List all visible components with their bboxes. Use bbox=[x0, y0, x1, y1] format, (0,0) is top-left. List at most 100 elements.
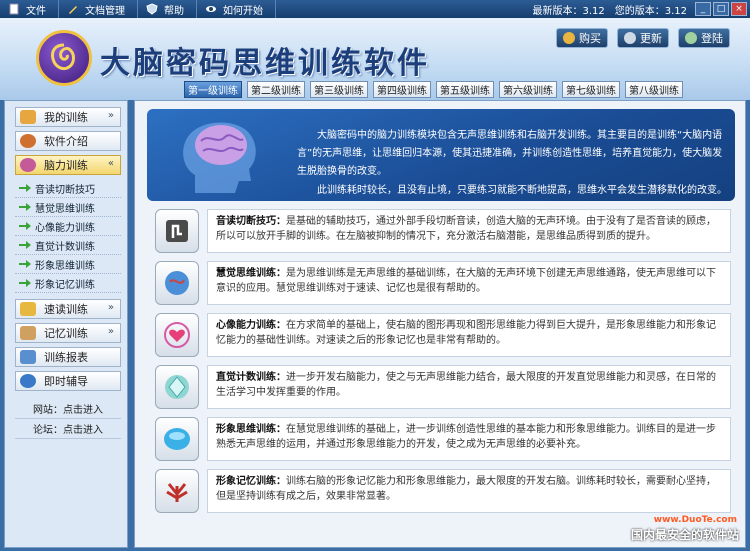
list-item-text: 形象记忆训练：训练右脑的形象记忆能力和形象思维能力，最大限度的开发右脑。训练耗时… bbox=[207, 469, 731, 513]
arrow-right-icon bbox=[19, 184, 31, 192]
watermark-site: www.DuoTe.com bbox=[653, 515, 737, 525]
tab-level-4[interactable]: 第四级训练 bbox=[373, 81, 431, 98]
list-item-text: 形象思维训练：在慧觉思维训练的基础上，进一步训练创造性思维的基本能力和形象思维能… bbox=[207, 417, 731, 461]
tab-level-6[interactable]: 第六级训练 bbox=[499, 81, 557, 98]
list-item-title: 形象记忆训练： bbox=[216, 476, 286, 487]
buy-button[interactable]: 购买 bbox=[556, 28, 608, 48]
chevron-down-icon: » bbox=[107, 326, 114, 337]
list-item-text: 音读切断技巧：是基础的辅助技巧，通过外部手段切断音读，创造大脑的无声环境。由于没… bbox=[207, 209, 731, 253]
tab-level-5[interactable]: 第五级训练 bbox=[436, 81, 494, 98]
buy-label: 购买 bbox=[579, 32, 601, 45]
login-label: 登陆 bbox=[701, 32, 723, 45]
arrow-right-icon bbox=[19, 279, 31, 287]
chevron-down-icon: » bbox=[107, 110, 114, 121]
list-item-title: 音读切断技巧： bbox=[216, 216, 286, 227]
watermark-brand: 国内最安全的软件站 bbox=[630, 528, 739, 542]
menubar: 文件 文档管理 帮助 如何开始 最新版本：3.12 您的版本：3.12 _ □ … bbox=[0, 0, 750, 18]
sidebar-subitem-label: 形象思维训练 bbox=[35, 260, 95, 272]
info-icon bbox=[20, 134, 36, 148]
list-item-title: 慧觉思维训练： bbox=[216, 268, 286, 279]
sidebar-item-intro[interactable]: 软件介绍 bbox=[15, 131, 121, 151]
sidebar-item-label: 软件介绍 bbox=[44, 135, 88, 148]
sidebar-subitem[interactable]: 慧觉思维训练 bbox=[15, 198, 121, 217]
arrow-right-icon bbox=[19, 203, 31, 211]
sidebar-item-label: 速读训练 bbox=[44, 303, 88, 316]
tab-level-1[interactable]: 第一级训练 bbox=[184, 81, 242, 98]
list-item[interactable]: 音读切断技巧：是基础的辅助技巧，通过外部手段切断音读，创造大脑的无声环境。由于没… bbox=[149, 209, 733, 256]
your-version: 您的版本：3.12 bbox=[614, 5, 687, 17]
menu-file[interactable]: 文件 bbox=[0, 0, 59, 18]
sidebar-item-coach[interactable]: 即时辅导 bbox=[15, 371, 121, 391]
menu-help[interactable]: 帮助 bbox=[138, 0, 197, 18]
sidebar: 我的训练 » 软件介绍 脑力训练 « 音读切断技巧 慧觉思维训练 心像能力训练 … bbox=[4, 100, 128, 548]
website-link[interactable]: 网站：点击进入 bbox=[15, 399, 121, 419]
list-item[interactable]: 形象记忆训练：训练右脑的形象记忆能力和形象思维能力，最大限度的开发右脑。训练耗时… bbox=[149, 469, 733, 516]
orb-icon bbox=[155, 417, 199, 461]
sidebar-subitem[interactable]: 心像能力训练 bbox=[15, 217, 121, 236]
sidebar-subitem[interactable]: 音读切断技巧 bbox=[15, 179, 121, 198]
sidebar-item-label: 脑力训练 bbox=[44, 159, 88, 172]
sidebar-subitem-label: 形象记忆训练 bbox=[35, 279, 95, 291]
app-logo bbox=[36, 30, 92, 86]
update-label: 更新 bbox=[640, 32, 662, 45]
sidebar-subitem[interactable]: 形象记忆训练 bbox=[15, 274, 121, 293]
sidebar-item-speed-reading[interactable]: 速读训练 » bbox=[15, 299, 121, 319]
list-item-title: 直觉计数训练： bbox=[216, 372, 286, 383]
list-item-title: 心像能力训练： bbox=[216, 320, 286, 331]
list-item-text: 慧觉思维训练：是为思维训练是无声思维的基础训练，在大脑的无声环境下创建无声思维通… bbox=[207, 261, 731, 305]
header: 大脑密码思维训练软件 购买 更新 登陆 第一级训练 第二级训练 第三级训练 第四… bbox=[0, 18, 750, 100]
minimize-button[interactable]: _ bbox=[695, 2, 711, 16]
sidebar-item-report[interactable]: 训练报表 bbox=[15, 347, 121, 367]
list-item-desc: 在慧觉思维训练的基础上，进一步训练创造性思维的基本能力和形象思维能力。训练目的是… bbox=[216, 424, 716, 450]
chevron-up-icon: « bbox=[107, 158, 114, 169]
sidebar-subitem-label: 慧觉思维训练 bbox=[35, 203, 95, 215]
sidebar-item-memory[interactable]: 记忆训练 » bbox=[15, 323, 121, 343]
notebook-icon bbox=[20, 326, 36, 340]
tab-level-7[interactable]: 第七级训练 bbox=[562, 81, 620, 98]
arrow-right-icon bbox=[19, 260, 31, 268]
level-tabs: 第一级训练 第二级训练 第三级训练 第四级训练 第五级训练 第六级训练 第七级训… bbox=[184, 81, 683, 98]
open-book-icon bbox=[20, 302, 36, 316]
pencil-icon bbox=[69, 6, 77, 14]
cart-icon bbox=[563, 32, 575, 44]
help-icon bbox=[20, 374, 36, 388]
close-button[interactable]: × bbox=[731, 2, 747, 16]
latest-version: 最新版本：3.12 bbox=[532, 5, 605, 17]
list-item-desc: 训练右脑的形象记忆能力和形象思维能力，最大限度的开发右脑。训练耗时较长，需要耐心… bbox=[216, 476, 716, 502]
sidebar-item-label: 我的训练 bbox=[44, 111, 88, 124]
list-item[interactable]: 心像能力训练：在方求简单的基础上，使右脑的图形再现和图形思维能力得到巨大提升，是… bbox=[149, 313, 733, 360]
list-item[interactable]: 形象思维训练：在慧觉思维训练的基础上，进一步训练创造性思维的基本能力和形象思维能… bbox=[149, 417, 733, 464]
leaf-icon bbox=[155, 469, 199, 513]
tab-level-8[interactable]: 第八级训练 bbox=[625, 81, 683, 98]
update-button[interactable]: 更新 bbox=[617, 28, 669, 48]
list-item-text: 直觉计数训练：进一步开发右脑能力，使之与无声思维能力结合，最大限度的开发直觉思维… bbox=[207, 365, 731, 409]
sidebar-item-brain-training[interactable]: 脑力训练 « bbox=[15, 155, 121, 175]
brain-logo-icon bbox=[51, 43, 75, 71]
tab-level-2[interactable]: 第二级训练 bbox=[247, 81, 305, 98]
chevron-down-icon: » bbox=[107, 302, 114, 313]
list-item-desc: 在方求简单的基础上，使右脑的图形再现和图形思维能力得到巨大提升，是形象思维能力和… bbox=[216, 320, 716, 346]
sidebar-subitem-label: 音读切断技巧 bbox=[35, 184, 95, 196]
menu-start[interactable]: 如何开始 bbox=[197, 0, 276, 18]
brain-head-icon bbox=[183, 122, 256, 193]
user-icon bbox=[685, 32, 697, 44]
heart-icon bbox=[155, 313, 199, 357]
list-item[interactable]: 直觉计数训练：进一步开发右脑能力，使之与无声思维能力结合，最大限度的开发直觉思维… bbox=[149, 365, 733, 412]
menu-docs[interactable]: 文档管理 bbox=[59, 0, 138, 18]
file-icon bbox=[9, 3, 19, 15]
maximize-button[interactable]: □ bbox=[713, 2, 729, 16]
sidebar-subitem[interactable]: 直觉计数训练 bbox=[15, 236, 121, 255]
tab-level-3[interactable]: 第三级训练 bbox=[310, 81, 368, 98]
shield-icon bbox=[146, 3, 158, 15]
intro-panel: 大脑密码中的脑力训练模块包含无声思维训练和右脑开发训练。其主要目的是训练“大脑内… bbox=[147, 109, 735, 201]
login-button[interactable]: 登陆 bbox=[678, 28, 730, 48]
sidebar-item-my-training[interactable]: 我的训练 » bbox=[15, 107, 121, 127]
hand-tap-icon bbox=[155, 209, 199, 253]
list-item[interactable]: 慧觉思维训练：是为思维训练是无声思维的基础训练，在大脑的无声环境下创建无声思维通… bbox=[149, 261, 733, 308]
arrow-right-icon bbox=[19, 241, 31, 249]
menu-start-label: 如何开始 bbox=[223, 5, 263, 17]
sidebar-subitem[interactable]: 形象思维训练 bbox=[15, 255, 121, 274]
forum-link[interactable]: 论坛：点击进入 bbox=[15, 419, 121, 439]
table-icon bbox=[20, 350, 36, 364]
intro-paragraph-1: 大脑密码中的脑力训练模块包含无声思维训练和右脑开发训练。其主要目的是训练“大脑内… bbox=[297, 130, 723, 177]
